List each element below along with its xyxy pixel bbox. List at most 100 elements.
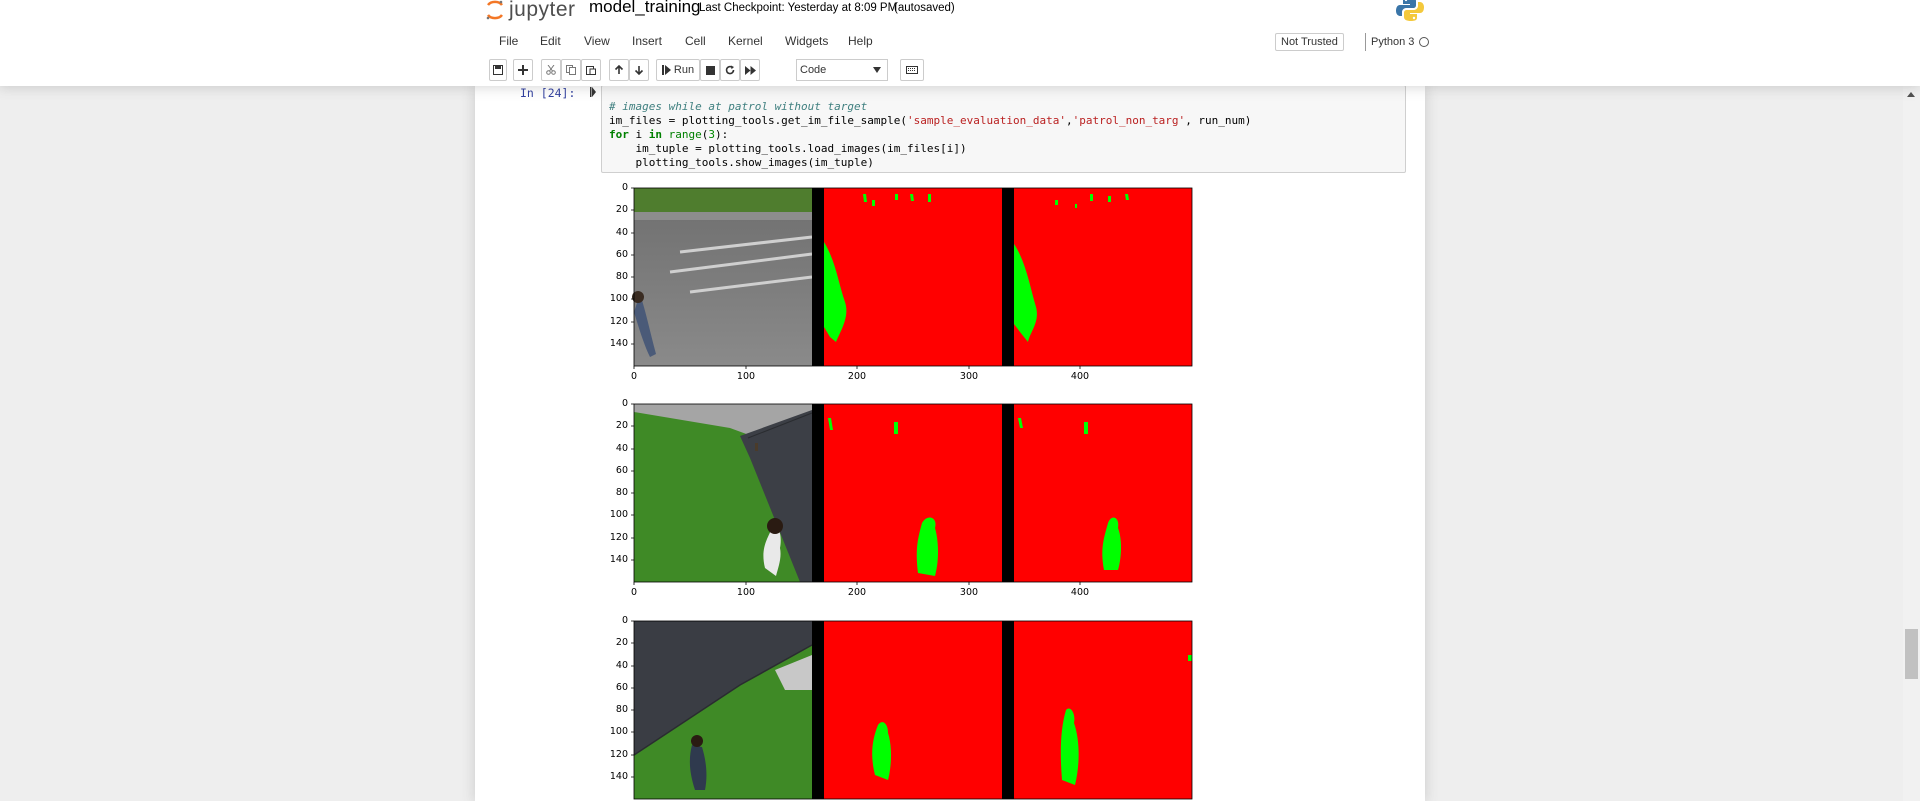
code-line-4: im_tuple = plotting_tools.load_images(im… — [609, 142, 967, 155]
plot-1-xtick: 200 — [847, 371, 867, 382]
menu-view[interactable]: View — [584, 34, 610, 48]
kernel-name: Python 3 — [1365, 33, 1414, 51]
plot-1-ytick: 100 — [609, 293, 628, 304]
plot-2-ytick: 40 — [615, 443, 628, 454]
autosave-status: (autosaved) — [894, 2, 955, 14]
divider-bar-3a — [812, 621, 824, 799]
kernel-idle-indicator-icon — [1419, 37, 1429, 47]
plot-1-xtick: 100 — [736, 371, 756, 382]
plot-3-ytick: 140 — [609, 771, 628, 782]
plot-1-ytick: 20 — [615, 204, 628, 215]
prediction-mask-2 — [1014, 404, 1192, 582]
plot-2-xtick: 200 — [847, 587, 867, 598]
not-trusted-button[interactable]: Not Trusted — [1275, 33, 1344, 51]
code-line-3: for i in range(3): — [609, 128, 729, 141]
plot-1-xtick: 400 — [1070, 371, 1090, 382]
save-icon — [493, 65, 503, 75]
menu-bar: File Edit View Insert Cell Kernel Widget… — [485, 30, 1435, 54]
plot-2-ytick: 20 — [615, 420, 628, 431]
divider-bar-2a — [812, 404, 824, 582]
run-button-label: Run — [673, 64, 695, 76]
refresh-icon — [725, 65, 735, 75]
plot-2-xtick: 300 — [959, 587, 979, 598]
image-plot-3-canvas — [631, 620, 1193, 800]
keyboard-icon — [906, 66, 918, 74]
camera-image-1 — [632, 188, 813, 366]
copy-button[interactable] — [561, 59, 581, 81]
code-line-2: im_files = plotting_tools.get_im_file_sa… — [609, 114, 1252, 127]
plot-2-xtick: 100 — [736, 587, 756, 598]
menu-widgets[interactable]: Widgets — [785, 34, 828, 48]
menu-insert[interactable]: Insert — [632, 34, 662, 48]
prediction-mask-1 — [1014, 188, 1192, 366]
plot-3-ytick: 20 — [615, 637, 628, 648]
scroll-up-arrow-icon[interactable] — [1907, 92, 1915, 97]
plot-3-ytick: 40 — [615, 660, 628, 671]
run-button[interactable]: Run — [656, 59, 700, 81]
plot-1-xtick: 300 — [959, 371, 979, 382]
code-input-area[interactable]: # images while at patrol without target i… — [601, 85, 1406, 173]
restart-kernel-button[interactable] — [720, 59, 740, 81]
ground-truth-mask-1 — [824, 188, 1002, 366]
ground-truth-mask-3 — [824, 621, 1002, 799]
paste-button[interactable] — [581, 59, 601, 81]
cut-button[interactable] — [541, 59, 561, 81]
camera-image-2 — [634, 404, 813, 582]
step-forward-icon — [661, 65, 671, 75]
insert-cell-button[interactable] — [513, 59, 533, 81]
scissors-icon — [546, 65, 556, 75]
plot-2-ytick: 60 — [615, 465, 628, 476]
page-scrollbar[interactable] — [1903, 86, 1920, 801]
ground-truth-mask-2 — [824, 404, 1002, 582]
jupyter-logo[interactable]: jupyter — [485, 0, 576, 24]
paste-icon — [586, 66, 596, 75]
menu-cell[interactable]: Cell — [685, 34, 706, 48]
plot-1-ytick: 120 — [609, 316, 628, 327]
menu-help[interactable]: Help — [848, 34, 873, 48]
plot-2-ytick: 0 — [621, 398, 628, 409]
plot-2-xtick: 400 — [1070, 587, 1090, 598]
notebook-name[interactable]: model_training — [589, 0, 701, 17]
cell-type-select[interactable]: Code — [796, 59, 888, 81]
move-down-button[interactable] — [629, 59, 649, 81]
move-up-button[interactable] — [609, 59, 629, 81]
plot-3-ytick: 120 — [609, 749, 628, 760]
plot-3-ytick: 80 — [615, 704, 628, 715]
restart-run-all-button[interactable] — [740, 59, 760, 81]
input-prompt: In [24]: — [520, 86, 576, 100]
toolbar: Run Code — [485, 59, 1435, 81]
divider-bar-1a — [812, 188, 824, 366]
plot-1-ytick: 40 — [615, 227, 628, 238]
python-logo-icon — [1396, 0, 1424, 21]
jupyter-logo-text: jupyter — [509, 0, 576, 21]
divider-bar-1b — [1002, 188, 1014, 366]
image-plot-2-canvas — [631, 403, 1193, 585]
menu-kernel[interactable]: Kernel — [728, 34, 763, 48]
plot-1-ytick: 60 — [615, 249, 628, 260]
interrupt-kernel-button[interactable] — [700, 59, 720, 81]
plot-2-ytick: 80 — [615, 487, 628, 498]
fast-forward-icon — [744, 65, 756, 75]
plus-icon — [518, 65, 528, 75]
copy-icon — [566, 65, 576, 75]
scrollbar-thumb[interactable] — [1905, 629, 1918, 679]
prediction-mask-3 — [1014, 621, 1192, 799]
plot-2-xtick: 0 — [630, 587, 638, 598]
output-image-plot-3: 0 20 40 60 80 100 120 140 — [600, 615, 1200, 801]
jupyter-logo-icon — [486, 0, 504, 20]
divider-bar-2b — [1002, 404, 1014, 582]
menu-edit[interactable]: Edit — [540, 34, 561, 48]
command-palette-button[interactable] — [900, 59, 924, 81]
plot-2-ytick: 140 — [609, 554, 628, 565]
plot-3-ytick: 0 — [621, 615, 628, 626]
header-row: jupyter model_training Last Checkpoint: … — [485, 0, 1435, 24]
output-image-plot-1: 0 20 40 60 80 100 120 140 0 100 200 300 … — [600, 182, 1200, 392]
chevron-down-icon — [873, 67, 881, 73]
plot-3-ytick: 60 — [615, 682, 628, 693]
plot-1-ytick: 140 — [609, 338, 628, 349]
save-button[interactable] — [489, 59, 507, 81]
plot-1-xtick: 0 — [630, 371, 638, 382]
divider-bar-3b — [1002, 621, 1014, 799]
menu-file[interactable]: File — [499, 34, 518, 48]
cell-type-value: Code — [800, 64, 827, 76]
